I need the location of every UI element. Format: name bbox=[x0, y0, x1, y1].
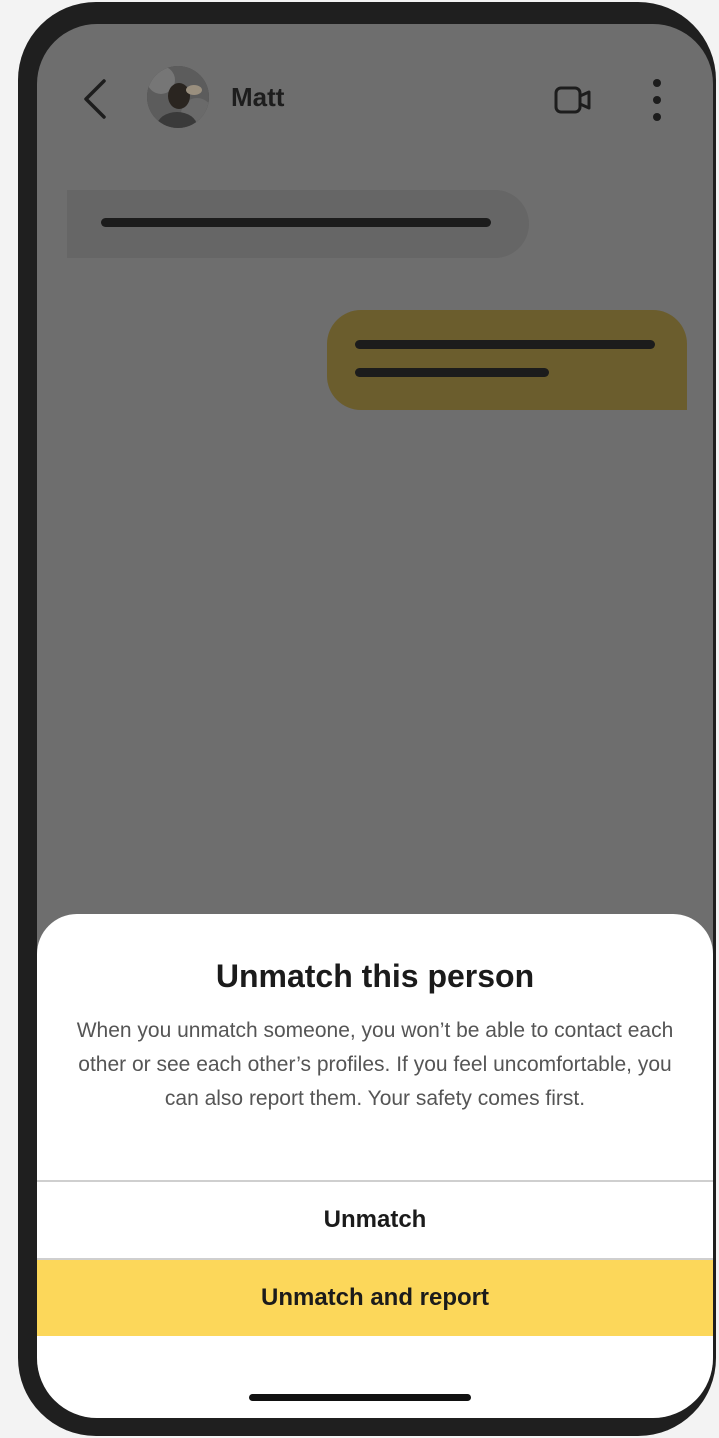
unmatch-button[interactable]: Unmatch bbox=[37, 1182, 713, 1258]
video-call-button[interactable] bbox=[551, 80, 595, 120]
outgoing-message-bubble bbox=[327, 310, 687, 410]
sheet-title: Unmatch this person bbox=[215, 958, 535, 994]
message-placeholder-line bbox=[355, 368, 549, 377]
more-vertical-icon bbox=[653, 79, 661, 121]
message-placeholder-line bbox=[355, 340, 655, 349]
avatar[interactable] bbox=[147, 66, 209, 128]
more-options-button[interactable] bbox=[637, 72, 677, 128]
message-placeholder-line bbox=[101, 218, 491, 227]
video-call-icon bbox=[554, 86, 591, 114]
incoming-message-bubble bbox=[67, 190, 529, 258]
contact-name[interactable]: Matt bbox=[231, 82, 284, 113]
unmatch-bottom-sheet: Unmatch this person When you unmatch som… bbox=[37, 914, 713, 1418]
home-indicator bbox=[249, 1394, 471, 1401]
phone-screen: Matt Unmatch this person When you unmatc… bbox=[37, 24, 713, 1418]
unmatch-and-report-button[interactable]: Unmatch and report bbox=[37, 1260, 713, 1336]
chat-header: Matt bbox=[37, 64, 713, 136]
avatar-photo bbox=[147, 66, 209, 128]
back-button[interactable] bbox=[75, 74, 115, 124]
chevron-left-icon bbox=[84, 79, 106, 119]
sheet-description: When you unmatch someone, you won’t be a… bbox=[76, 1019, 674, 1110]
page: Matt Unmatch this person When you unmatc… bbox=[0, 0, 719, 1438]
